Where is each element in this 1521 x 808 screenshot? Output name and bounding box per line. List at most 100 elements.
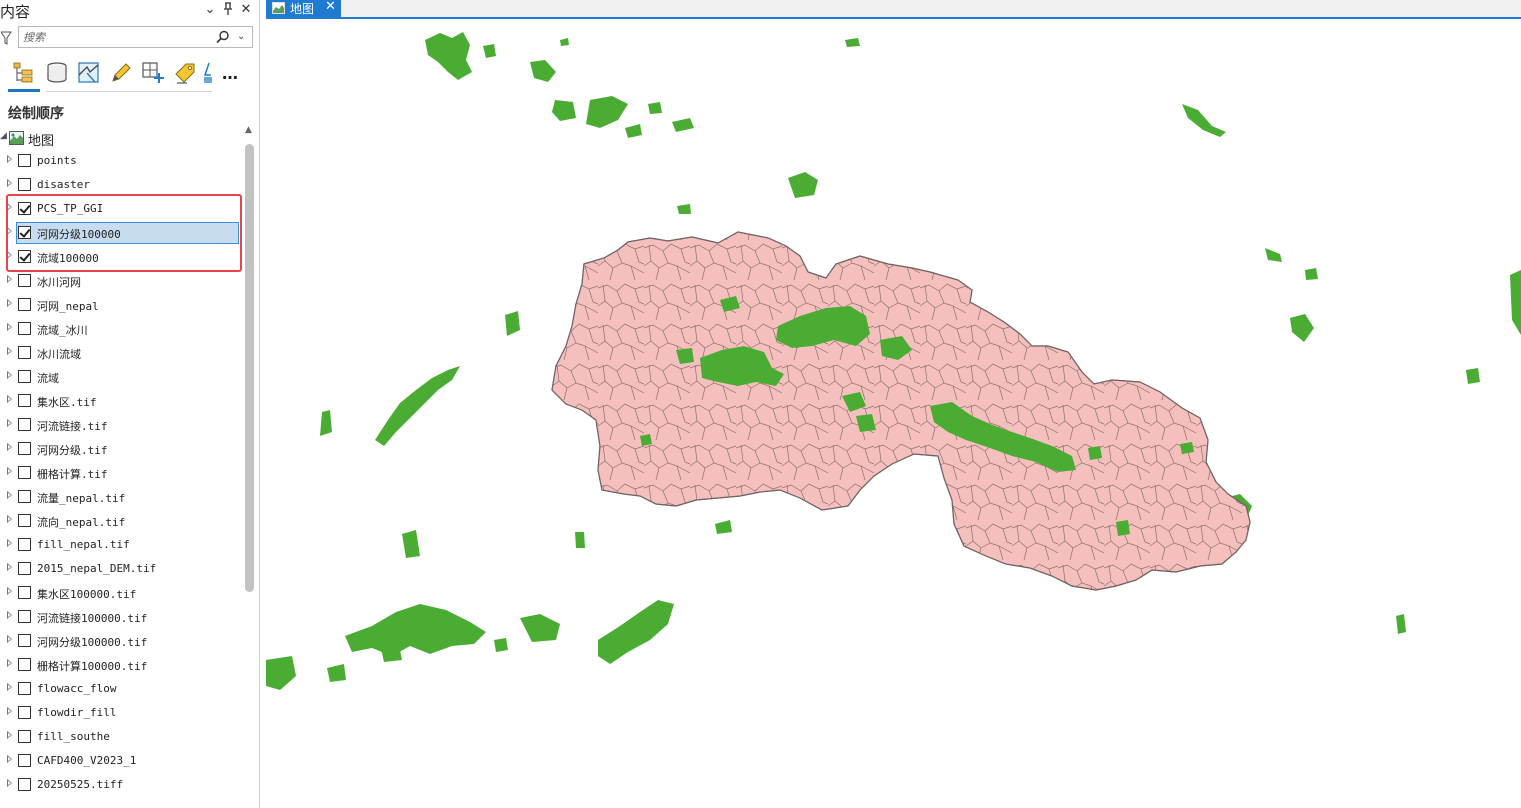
layer-row[interactable]: 栅格计算100000.tif [0,654,242,676]
layer-visibility-checkbox[interactable] [18,466,31,479]
pin-button[interactable] [221,2,235,18]
search-input[interactable] [23,29,203,45]
layer-visibility-checkbox[interactable] [18,586,31,599]
expand-arrow-icon[interactable] [7,587,12,595]
layer-visibility-checkbox[interactable] [18,538,31,551]
layer-visibility-checkbox[interactable] [18,634,31,647]
layer-visibility-checkbox[interactable] [18,298,31,311]
layer-row[interactable]: 河流链接.tif [0,414,242,436]
layer-visibility-checkbox[interactable] [18,394,31,407]
list-by-source-button[interactable] [42,58,70,88]
expand-arrow-icon[interactable] [7,419,12,427]
layer-row[interactable]: 河网分级.tif [0,438,242,460]
expand-arrow-icon[interactable] [7,611,12,619]
pane-title: 内容 [0,3,31,21]
layer-visibility-checkbox[interactable] [18,610,31,623]
layer-visibility-checkbox[interactable] [18,658,31,671]
layer-row[interactable]: 流向_nepal.tif [0,510,242,532]
expand-arrow-icon[interactable] [7,539,12,547]
list-by-drawing-order-button[interactable] [8,58,36,88]
scroll-up-icon[interactable]: ▲ [245,125,252,135]
layer-name: 冰川河网 [37,276,81,289]
expand-arrow-icon[interactable] [7,491,12,499]
layer-visibility-checkbox[interactable] [18,154,31,167]
layer-row[interactable]: 20250525.tiff [0,774,242,796]
expand-arrow-icon[interactable] [7,683,12,691]
close-pane-button[interactable]: ✕ [239,2,253,18]
layer-visibility-checkbox[interactable] [18,370,31,383]
map-tab-icon [272,2,285,14]
expand-arrow-icon[interactable] [7,563,12,571]
expand-arrow-icon[interactable] [7,467,12,475]
expand-arrow-icon[interactable] [7,779,12,787]
layer-row[interactable]: 集水区100000.tif [0,582,242,604]
layer-visibility-checkbox[interactable] [18,682,31,695]
filter-icon[interactable] [1,31,12,45]
layer-visibility-checkbox[interactable] [18,562,31,575]
expand-arrow-icon[interactable] [7,155,12,163]
layer-visibility-checkbox[interactable] [18,178,31,191]
layer-visibility-checkbox[interactable] [18,706,31,719]
layer-row[interactable]: fill_nepal.tif [0,534,242,556]
layer-name: disaster [37,178,90,191]
tab-map[interactable]: 地图 ✕ [266,0,341,17]
layer-row[interactable]: disaster [0,174,242,196]
layer-visibility-checkbox[interactable] [18,490,31,503]
more-options-button[interactable]: … [222,64,239,83]
list-by-selection-button[interactable] [74,58,102,88]
layer-visibility-checkbox[interactable] [18,346,31,359]
close-tab-icon[interactable]: ✕ [325,0,336,14]
layer-row[interactable]: 流域_冰川 [0,318,242,340]
layer-visibility-checkbox[interactable] [18,274,31,287]
layer-visibility-checkbox[interactable] [18,418,31,431]
search-icon[interactable] [216,30,230,44]
expand-arrow-icon[interactable] [7,299,12,307]
collapse-icon[interactable]: ◢ [0,131,7,141]
chevron-down-icon[interactable]: ⌄ [237,31,245,42]
layer-row[interactable]: 流域 [0,366,242,388]
layer-row[interactable]: flowdir_fill [0,702,242,724]
expand-arrow-icon[interactable] [7,659,12,667]
search-box[interactable]: ⌄ [18,26,253,48]
expand-arrow-icon[interactable] [7,347,12,355]
list-by-charts-button[interactable] [198,58,212,88]
layer-visibility-checkbox[interactable] [18,442,31,455]
layer-visibility-checkbox[interactable] [18,514,31,527]
layer-row[interactable]: 河网_nepal [0,294,242,316]
layer-row[interactable]: fill_southe [0,726,242,748]
layer-row[interactable]: 冰川流域 [0,342,242,364]
list-by-labeling-button[interactable] [170,58,198,88]
expand-arrow-icon[interactable] [7,443,12,451]
list-by-editing-button[interactable] [106,58,134,88]
layer-row[interactable]: 河网分级100000.tif [0,630,242,652]
layer-row[interactable]: 集水区.tif [0,390,242,412]
layer-row[interactable]: flowacc_flow [0,678,242,700]
layer-row[interactable]: 2015_nepal_DEM.tif [0,558,242,580]
layer-visibility-checkbox[interactable] [18,730,31,743]
layer-row[interactable]: points [0,150,242,172]
layer-row[interactable]: 流量_nepal.tif [0,486,242,508]
layer-visibility-checkbox[interactable] [18,754,31,767]
layer-row[interactable]: 河流链接100000.tif [0,606,242,628]
layer-visibility-checkbox[interactable] [18,778,31,791]
expand-arrow-icon[interactable] [7,515,12,523]
pane-options-button[interactable]: ⌄ [203,2,217,18]
expand-arrow-icon[interactable] [7,707,12,715]
map-canvas[interactable] [266,19,1521,808]
list-by-snapping-button[interactable] [138,58,166,88]
expand-arrow-icon[interactable] [7,323,12,331]
layer-visibility-checkbox[interactable] [18,322,31,335]
expand-arrow-icon[interactable] [7,395,12,403]
layer-row[interactable]: 栅格计算.tif [0,462,242,484]
expand-arrow-icon[interactable] [7,179,12,187]
layer-name: 流向_nepal.tif [37,516,126,529]
expand-arrow-icon[interactable] [7,635,12,643]
layer-row[interactable]: CAFD400_V2023_1 [0,750,242,772]
expand-arrow-icon[interactable] [7,275,12,283]
layer-row[interactable]: 冰川河网 [0,270,242,292]
expand-arrow-icon[interactable] [7,731,12,739]
scroll-thumb[interactable] [245,144,254,592]
expand-arrow-icon[interactable] [7,371,12,379]
scrollbar[interactable]: ▲ [243,125,257,808]
expand-arrow-icon[interactable] [7,755,12,763]
